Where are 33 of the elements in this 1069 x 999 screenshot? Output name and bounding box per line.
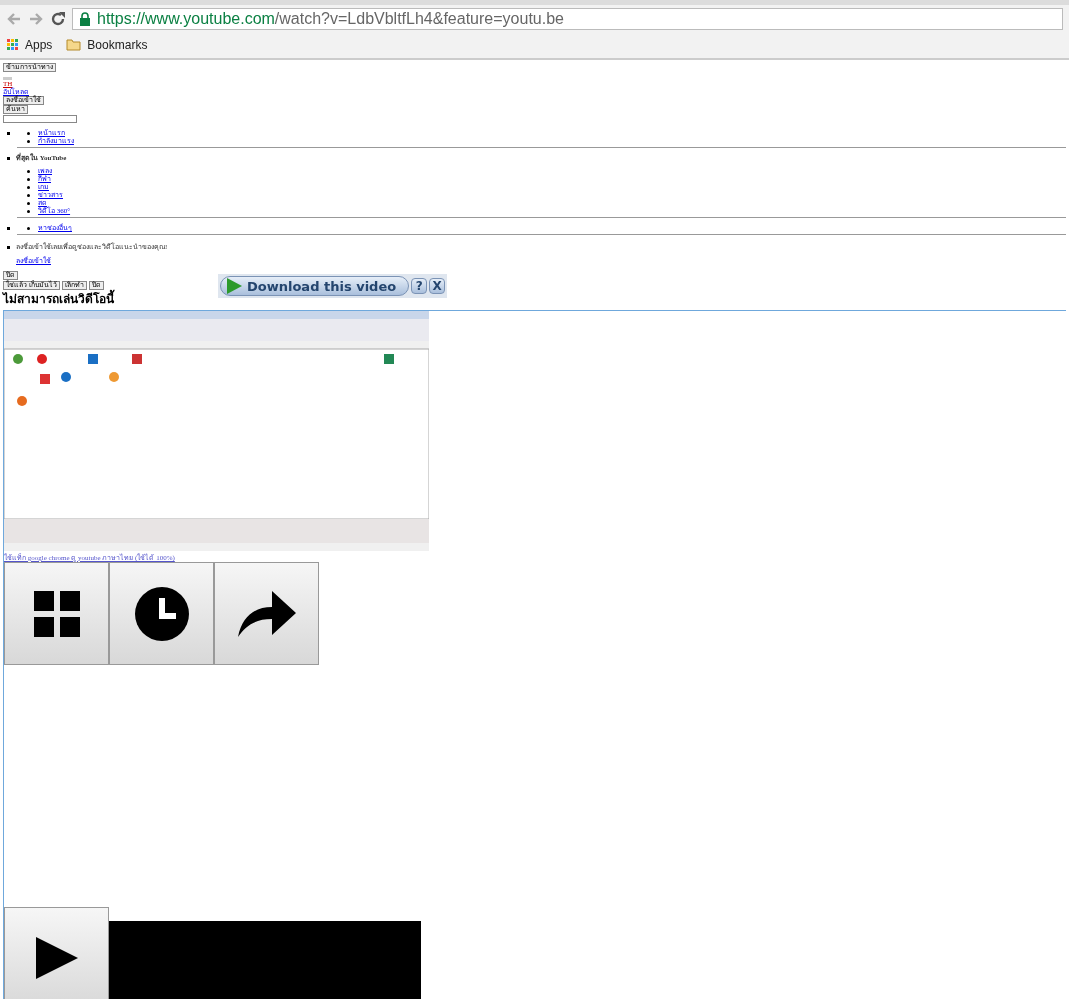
folder-icon [66,39,82,51]
bullet-icon [7,227,10,230]
grid-icon [33,590,80,637]
bullet-icon [27,202,30,205]
grid-button[interactable] [4,562,109,665]
bullet-icon [27,178,30,181]
download-video-button[interactable]: Download this video [220,276,410,296]
help-button[interactable]: ? [411,278,428,294]
share-button[interactable] [214,562,319,665]
bullet-icon [27,170,30,173]
clock-button[interactable] [109,562,214,665]
bullet-icon [27,194,30,197]
reload-icon[interactable] [50,10,66,27]
lock-icon [79,11,91,26]
close-button[interactable]: X [429,278,446,294]
play-icon [225,277,243,295]
bullet-icon [7,157,10,160]
bullet-icon [27,186,30,189]
apps-grid-icon [7,39,19,51]
bullet-icon [7,132,10,135]
bullet-icon [27,227,30,230]
bullet-icon [27,210,30,213]
bookmark-item[interactable]: Apps [7,38,53,52]
play-icon [35,937,78,979]
bullet-icon [7,246,10,249]
address-bar[interactable]: https://www.youtube.com/watch?v=LdbVbltfLh4&feature=youtu.be [72,7,1063,30]
play-button[interactable] [4,907,109,999]
clock-icon [133,585,190,642]
bookmark-item[interactable]: Bookmarks [66,38,148,52]
share-icon [237,590,296,637]
bullet-icon [27,132,30,135]
bullet-icon [27,140,30,143]
search-field[interactable] [3,115,77,123]
